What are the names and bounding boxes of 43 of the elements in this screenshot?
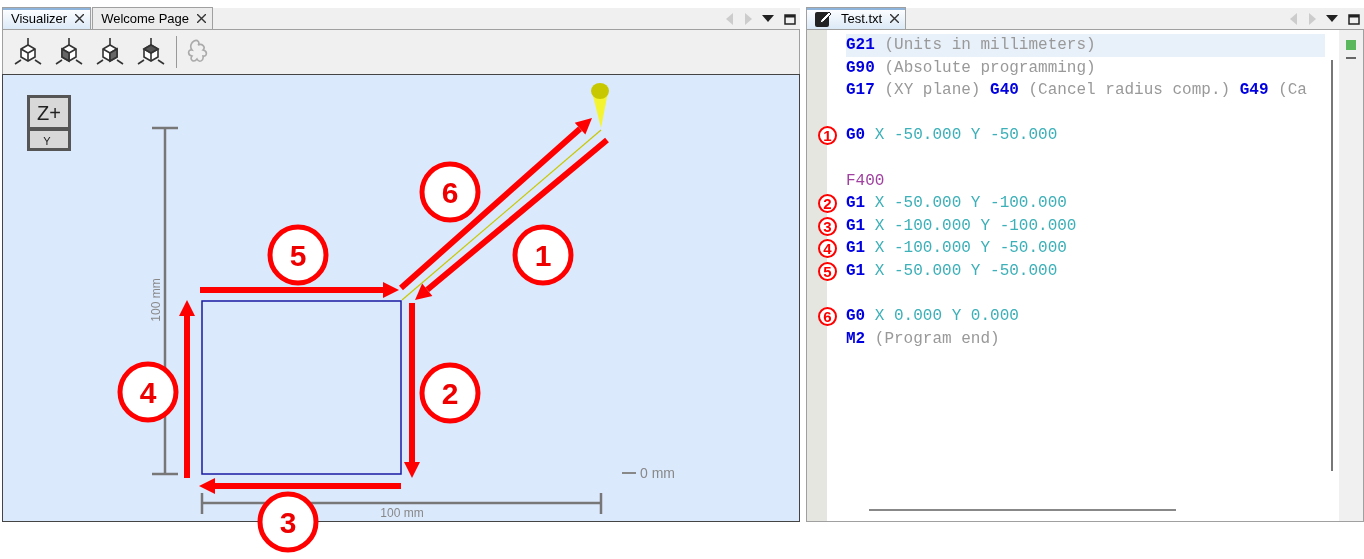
code-line: G1 X -50.000 Y -50.000	[846, 260, 1059, 282]
code-line: M2 (Program end)	[846, 328, 1001, 350]
code-line: G1 X -100.000 Y -100.000	[846, 215, 1078, 237]
tab[interactable]: Visualizer	[2, 7, 92, 29]
close-icon[interactable]	[890, 14, 900, 23]
tab[interactable]: Welcome Page	[92, 7, 214, 29]
dropdown-icon[interactable]	[1326, 15, 1338, 23]
code-line: G90 (Absolute programming)	[846, 57, 1097, 79]
code-line: G1 X -100.000 Y -50.000	[846, 238, 1068, 260]
maximize-icon[interactable]	[1348, 13, 1360, 25]
step-marker: 5	[818, 261, 837, 281]
step-marker: 6	[818, 306, 837, 326]
tab[interactable]: Test.txt	[806, 7, 907, 29]
view-cube-icon[interactable]	[94, 36, 126, 68]
pencil-icon	[815, 9, 833, 28]
dropdown-icon[interactable]	[762, 15, 774, 23]
code-line: G1 X -50.000 Y -100.000	[846, 193, 1068, 215]
dimension-label: 100 mm	[380, 506, 424, 520]
view-cube-icon[interactable]	[135, 36, 167, 68]
close-icon[interactable]	[197, 14, 207, 23]
step-marker: 2	[818, 193, 837, 213]
maximize-icon[interactable]	[784, 13, 796, 25]
step-marker: 3	[818, 216, 837, 236]
step-marker: 1	[818, 126, 837, 146]
horizontal-scrollbar[interactable]	[869, 509, 1176, 511]
dash-icon	[1346, 56, 1357, 60]
status-square-icon	[1346, 40, 1357, 50]
tool-cone-icon	[591, 83, 609, 128]
step-badge: 3	[257, 491, 319, 553]
view-cube[interactable]	[27, 95, 71, 151]
view-cube-icon[interactable]	[12, 36, 44, 68]
vertical-scrollbar[interactable]	[1331, 60, 1334, 471]
scale-label: 0 mm	[640, 465, 675, 481]
code-line: G0 X -50.000 Y -50.000	[846, 125, 1059, 147]
view-cube-label[interactable]: Y	[43, 135, 51, 147]
step-marker: 4	[818, 239, 837, 259]
view-cube-icon[interactable]	[53, 36, 85, 68]
dimension-label: 100 mm	[149, 278, 163, 322]
close-icon[interactable]	[75, 14, 85, 23]
code-line: F400	[846, 170, 886, 192]
code-line: G17 (XY plane) G40 (Cancel radius comp.) G49 (Ca	[846, 80, 1308, 102]
code-line: G0 X 0.000 Y 0.000	[846, 306, 1020, 328]
scale-line	[621, 472, 637, 474]
